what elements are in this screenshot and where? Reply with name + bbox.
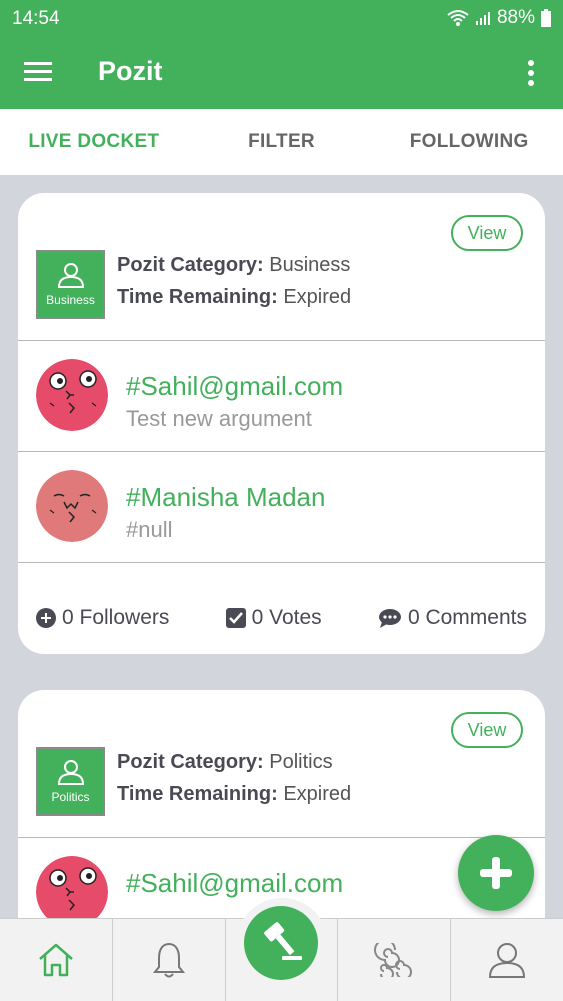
add-circle-icon bbox=[36, 608, 56, 628]
status-bar: 14:54 88% bbox=[0, 0, 563, 36]
home-icon bbox=[39, 943, 73, 977]
status-time: 14:54 bbox=[12, 8, 60, 29]
category-badge: Business bbox=[36, 250, 105, 319]
nav-explore[interactable] bbox=[338, 919, 452, 1001]
view-button[interactable]: View bbox=[451, 215, 523, 251]
menu-icon[interactable] bbox=[24, 58, 52, 86]
entry-author: #Sahil@gmail.com bbox=[126, 868, 344, 898]
avatar bbox=[36, 470, 108, 542]
category-badge-label: Business bbox=[46, 293, 95, 307]
nav-home[interactable] bbox=[0, 919, 113, 1001]
tab-bar: LIVE DOCKET FILTER FOLLOWING bbox=[0, 109, 563, 175]
card-stats: 0 Followers 0 Votes 0 Comments bbox=[18, 593, 545, 643]
gavel-icon bbox=[264, 922, 302, 960]
court-button[interactable] bbox=[244, 906, 318, 980]
view-button[interactable]: View bbox=[451, 712, 523, 748]
list-item[interactable]: #Sahil@gmail.com Test new argument bbox=[18, 341, 545, 451]
category-line: Pozit Category: Politics bbox=[117, 751, 333, 774]
list-item[interactable]: #Manisha Madan #null bbox=[18, 452, 545, 562]
category-value: Business bbox=[269, 254, 351, 276]
votes-count: 0 Votes bbox=[251, 606, 322, 629]
category-key: Pozit Category: bbox=[117, 751, 264, 773]
category-badge-label: Politics bbox=[51, 790, 90, 804]
tab-following[interactable]: FOLLOWING bbox=[375, 109, 563, 175]
time-key: Time Remaining: bbox=[117, 783, 278, 805]
app-bar: Pozit bbox=[0, 36, 563, 109]
category-badge: Politics bbox=[36, 747, 105, 816]
entry-author: #Manisha Madan bbox=[126, 482, 326, 512]
time-key: Time Remaining: bbox=[117, 286, 278, 308]
entry-text: Test new argument bbox=[126, 406, 312, 431]
avatar bbox=[36, 359, 108, 431]
tab-live-docket[interactable]: LIVE DOCKET bbox=[0, 109, 188, 175]
entry-author: #Sahil@gmail.com bbox=[126, 371, 344, 401]
nav-profile[interactable] bbox=[451, 919, 563, 1001]
app-title: Pozit bbox=[98, 56, 163, 86]
comments-stat[interactable]: 0 Comments bbox=[378, 606, 527, 630]
nav-notifications[interactable] bbox=[113, 919, 226, 1001]
user-icon bbox=[57, 263, 84, 288]
plus-icon bbox=[480, 857, 512, 889]
tab-filter[interactable]: FILTER bbox=[188, 109, 376, 175]
time-value: Expired bbox=[283, 783, 352, 805]
more-vert-icon[interactable] bbox=[519, 58, 543, 88]
battery-icon bbox=[541, 9, 551, 27]
swirl-icon bbox=[374, 943, 413, 977]
pozit-card: View Business Pozit Category: Business T… bbox=[18, 193, 545, 654]
votes-stat[interactable]: 0 Votes bbox=[225, 606, 322, 630]
add-pozit-button[interactable] bbox=[458, 835, 534, 911]
comment-icon bbox=[378, 609, 401, 628]
followers-count: 0 Followers bbox=[62, 606, 170, 629]
category-line: Pozit Category: Business bbox=[117, 254, 350, 277]
comments-count: 0 Comments bbox=[407, 606, 527, 629]
category-key: Pozit Category: bbox=[117, 254, 264, 276]
time-line: Time Remaining: Expired bbox=[117, 783, 351, 806]
signal-icon bbox=[475, 12, 490, 25]
wifi-icon bbox=[447, 10, 469, 26]
entry-text: #null bbox=[126, 517, 173, 542]
bell-icon bbox=[152, 942, 185, 978]
time-line: Time Remaining: Expired bbox=[117, 286, 351, 309]
user-icon bbox=[57, 760, 84, 785]
checkbox-icon bbox=[225, 608, 246, 628]
time-value: Expired bbox=[283, 286, 352, 308]
divider bbox=[18, 562, 545, 563]
battery-percent: 88% bbox=[496, 7, 535, 28]
followers-stat[interactable]: 0 Followers bbox=[36, 606, 169, 630]
user-icon bbox=[489, 943, 526, 978]
category-value: Politics bbox=[269, 751, 333, 773]
